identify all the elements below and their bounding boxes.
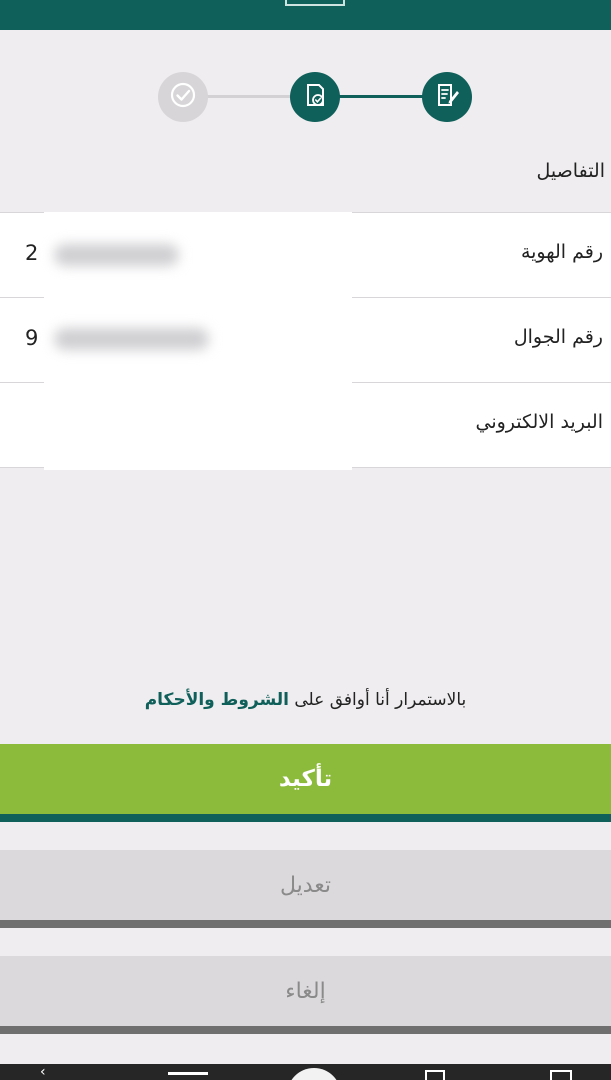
cancel-button[interactable]: إلغاء (0, 956, 611, 1026)
id-number-value: 2 (25, 241, 39, 265)
email-label: البريد الالكتروني (475, 411, 604, 433)
terms-link[interactable]: الشروط والأحكام (145, 690, 289, 710)
redaction-overlay (44, 212, 352, 470)
toolbox-icon[interactable] (550, 1070, 572, 1080)
check-circle-icon (168, 80, 198, 114)
screenshot-icon[interactable] (425, 1070, 445, 1080)
document-check-icon (300, 80, 330, 114)
system-nav-bar: ‹ (0, 1064, 611, 1080)
cancel-button-border (0, 1026, 611, 1034)
confirm-button[interactable]: تأكيد (0, 744, 611, 814)
edit-form-icon (432, 80, 462, 114)
step-current (290, 72, 340, 122)
redacted-mobile-value (54, 328, 209, 350)
confirm-button-border (0, 814, 611, 822)
edit-button[interactable]: تعديل (0, 850, 611, 920)
progress-stepper (0, 60, 611, 132)
mobile-number-label: رقم الجوال (513, 326, 603, 348)
mobile-number-value: 9 (25, 326, 39, 350)
step-form (422, 72, 472, 122)
id-number-label: رقم الهوية (520, 241, 603, 263)
back-icon[interactable]: ‹ (40, 1064, 60, 1080)
terms-prefix-text: بالاستمرار أنا أوافق على (288, 690, 467, 710)
step-connector-completed (207, 95, 293, 98)
header-logo-mark (285, 0, 345, 6)
app-header-bar (0, 0, 611, 30)
redacted-id-value (54, 244, 179, 266)
step-completed (158, 72, 208, 122)
recent-apps-icon[interactable] (168, 1072, 208, 1075)
details-title: التفاصيل (536, 160, 605, 182)
terms-agreement: بالاستمرار أنا أوافق على الشروط والأحكام (0, 690, 611, 710)
edit-button-border (0, 920, 611, 928)
home-icon[interactable] (287, 1068, 341, 1080)
step-connector-active (337, 95, 423, 98)
